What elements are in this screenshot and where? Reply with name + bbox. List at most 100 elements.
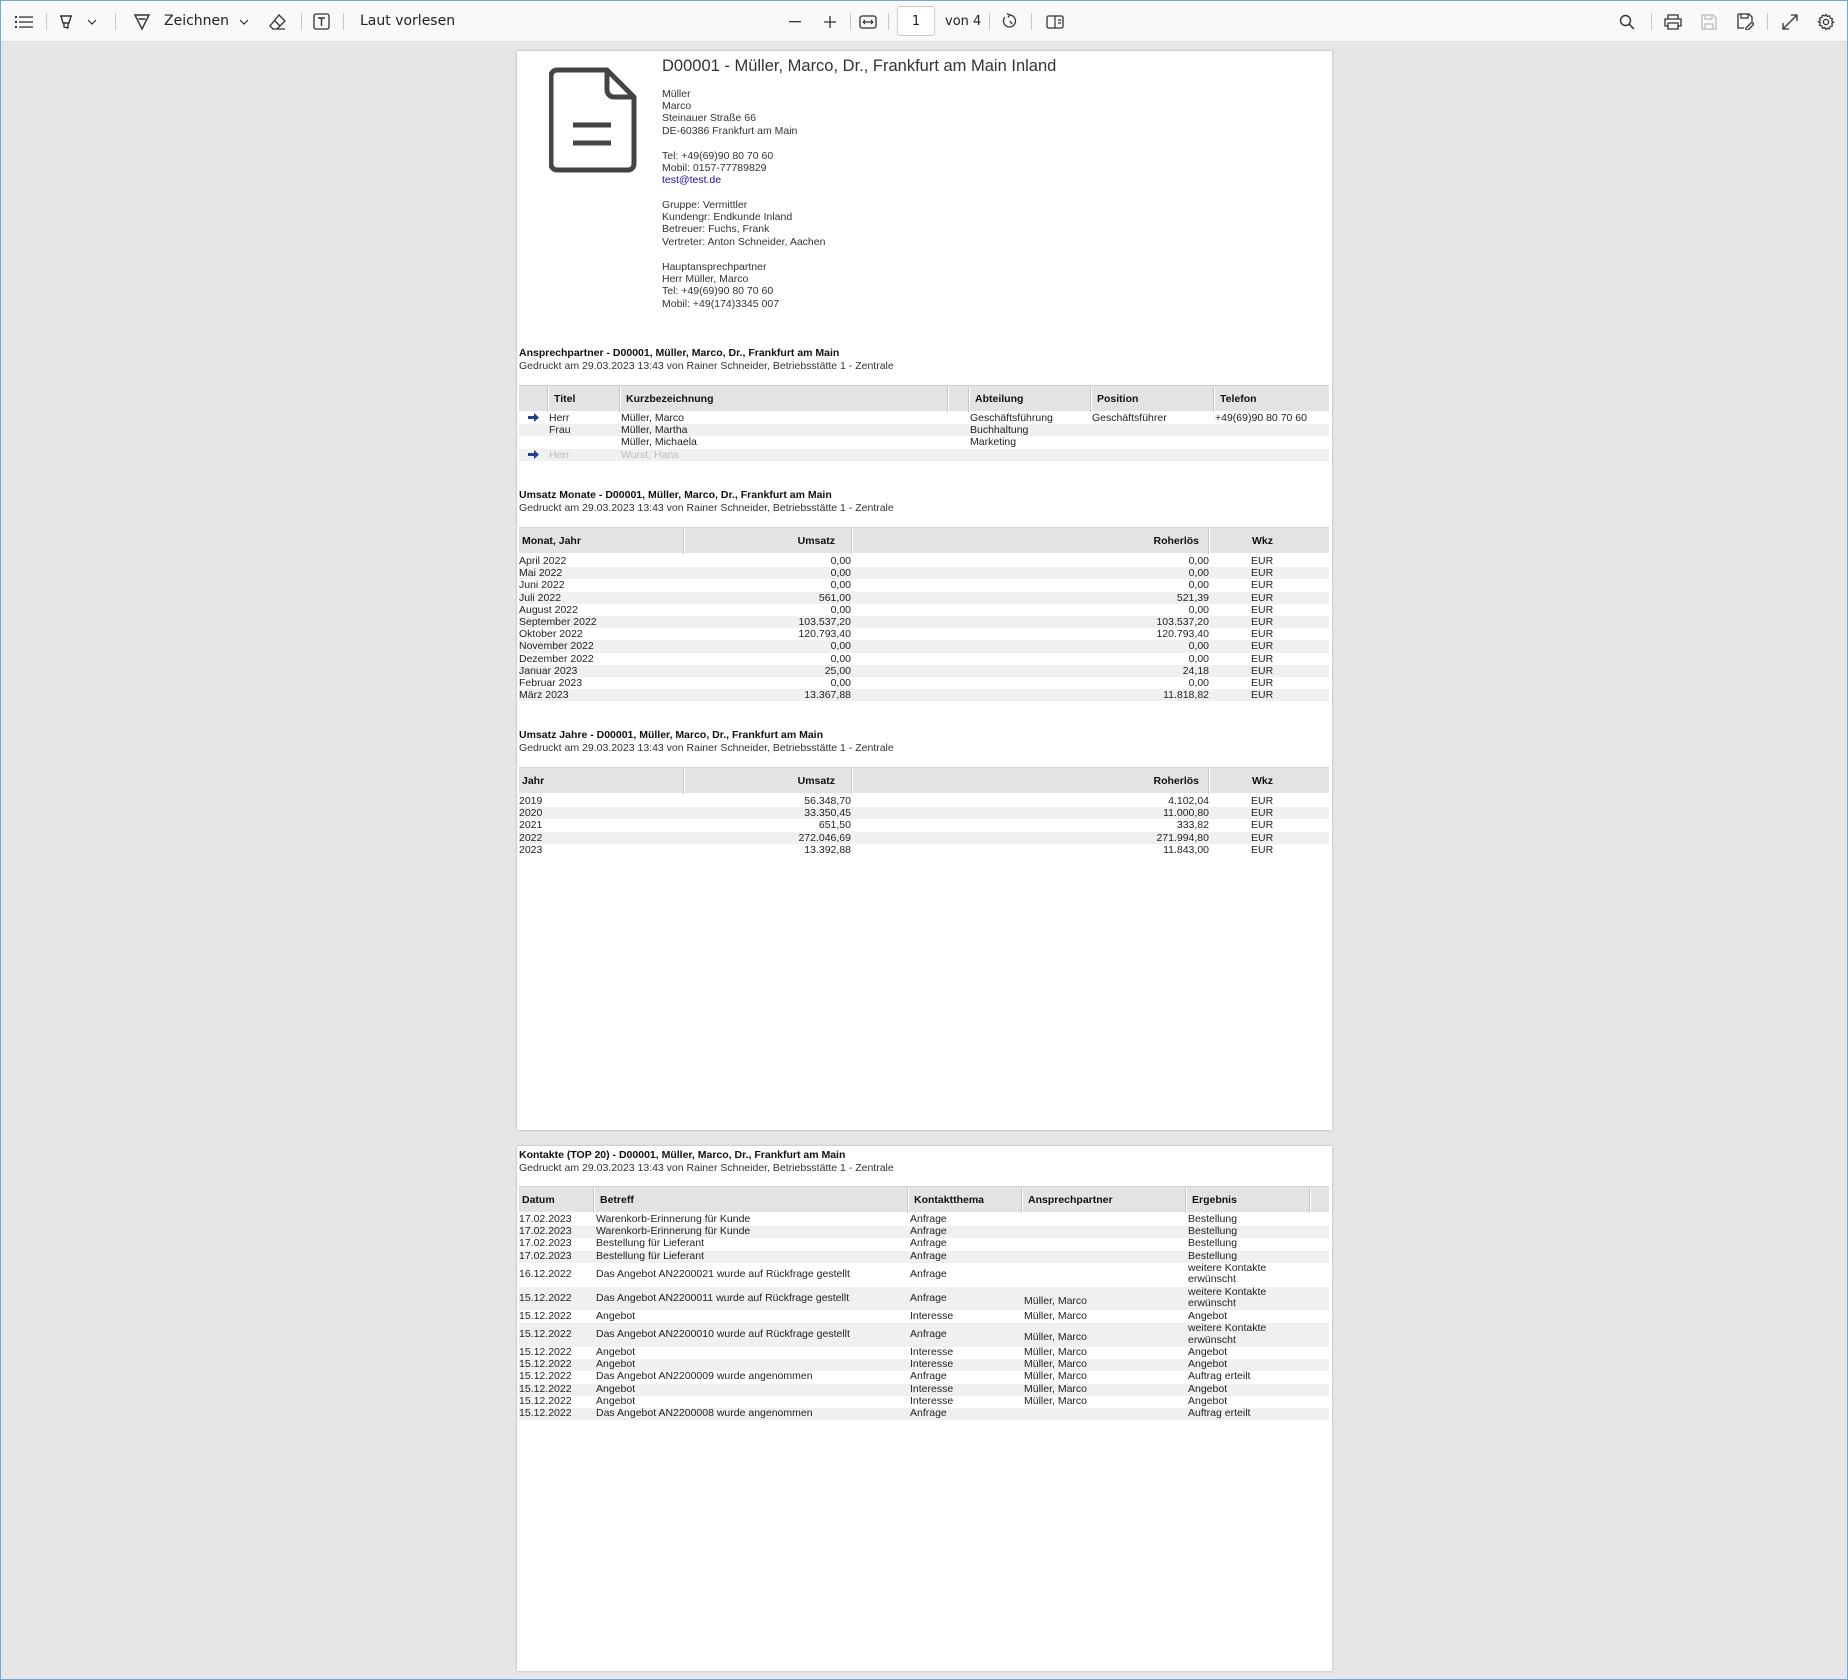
- column-header[interactable]: Wkz: [1252, 768, 1273, 794]
- table-row[interactable]: 2021 651,50 333,82 EUR: [519, 819, 1329, 831]
- table-row[interactable]: 15.12.2022 Angebot Interesse Müller, Marco A…: [519, 1382, 1329, 1396]
- table-row[interactable]: 17.02.2023 Bestellung für Lieferant Anfrag…: [519, 1238, 1329, 1250]
- gross-profit-cell: 11.818,82: [1163, 689, 1209, 702]
- table-row[interactable]: Juni 2022 0,00 0,00 EUR: [519, 579, 1329, 591]
- period-cell: September 2022: [519, 616, 597, 628]
- table-row[interactable]: 15.12.2022 Das Angebot AN2200009 wurde an…: [519, 1371, 1329, 1383]
- gross-profit-cell: 11.000,80: [1163, 807, 1209, 820]
- table-row[interactable]: November 2022 0,00 0,00 EUR: [519, 640, 1329, 653]
- currency-cell: EUR: [1251, 603, 1274, 616]
- zoom-out-icon[interactable]: [784, 1, 806, 42]
- column-header[interactable]: Kontaktthema: [914, 1187, 984, 1213]
- table-row[interactable]: 15.12.2022 Das Angebot AN2200011 wurde au…: [519, 1286, 1329, 1311]
- chevron-down-icon[interactable]: [85, 1, 99, 42]
- column-header[interactable]: Kurzbezeichnung: [626, 386, 714, 412]
- table-row[interactable]: Herr Müller, Marco Geschäftsführung Geschäf…: [519, 412, 1329, 424]
- column-header[interactable]: Umsatz: [798, 768, 835, 794]
- expand-icon[interactable]: [1778, 1, 1802, 42]
- table-row[interactable]: Mai 2022 0,00 0,00 EUR: [519, 567, 1329, 580]
- column-header[interactable]: Ansprechpartner: [1028, 1187, 1113, 1213]
- name-cell: Müller, Martha: [621, 424, 688, 437]
- gross-profit-cell: 103.537,20: [1156, 616, 1209, 628]
- settings-gear-icon[interactable]: [1814, 1, 1838, 42]
- result-cell: Auftrag erteilt: [1188, 1370, 1251, 1383]
- result-cell: Bestellung: [1188, 1213, 1238, 1225]
- column-header[interactable]: Telefon: [1220, 386, 1257, 412]
- currency-cell: EUR: [1251, 628, 1274, 641]
- draw-button[interactable]: Zeichnen: [164, 1, 229, 42]
- revenue-cell: 120.793,40: [798, 628, 851, 641]
- eraser-icon[interactable]: [266, 1, 288, 42]
- topic-cell: Anfrage: [910, 1225, 947, 1238]
- email-link[interactable]: test@test.de: [662, 174, 773, 186]
- period-cell: Oktober 2022: [519, 628, 583, 641]
- column-header[interactable]: Umsatz: [798, 528, 835, 554]
- page-number-input[interactable]: [897, 6, 935, 36]
- table-row[interactable]: 2023 13.392,88 11.843,00 EUR: [519, 844, 1329, 856]
- table-row[interactable]: September 2022 103.537,20 103.537,20 EUR: [519, 616, 1329, 629]
- draw-icon[interactable]: [131, 1, 153, 42]
- topic-cell: Interesse: [910, 1382, 954, 1395]
- gross-profit-cell: 24,18: [1182, 664, 1209, 677]
- yearly-table-header: Jahr Umsatz Roherlös Wkz: [519, 767, 1329, 794]
- subject-cell: Angebot: [596, 1394, 636, 1407]
- rotate-icon[interactable]: [998, 1, 1022, 42]
- page-view-icon[interactable]: [1042, 1, 1068, 42]
- date-cell: 15.12.2022: [519, 1358, 572, 1371]
- currency-cell: EUR: [1251, 555, 1274, 567]
- column-header[interactable]: Jahr: [522, 768, 544, 794]
- table-row[interactable]: 2019 56.348,70 4.102,04 EUR: [519, 795, 1329, 807]
- document-icon: [548, 67, 637, 178]
- date-cell: 15.12.2022: [519, 1291, 572, 1304]
- table-row[interactable]: Februar 2023 0,00 0,00 EUR: [519, 677, 1329, 689]
- table-row[interactable]: 17.02.2023 Bestellung für Lieferant Anfrag…: [519, 1250, 1329, 1263]
- date-cell: 15.12.2022: [519, 1328, 572, 1340]
- table-row[interactable]: 15.12.2022 Das Angebot AN2200008 wurde an…: [519, 1407, 1329, 1421]
- contents-icon[interactable]: [11, 1, 37, 42]
- table-row[interactable]: Müller, Michaela Marketing: [519, 436, 1329, 448]
- column-header[interactable]: Titel: [554, 386, 575, 412]
- phone-text: Tel: +49(69)90 80 70 60: [662, 150, 774, 162]
- column-header[interactable]: Position: [1097, 386, 1138, 412]
- column-header[interactable]: Datum: [522, 1187, 555, 1213]
- table-row[interactable]: Dezember 2022 0,00 0,00 EUR: [519, 653, 1329, 665]
- title-cell: Herr: [549, 448, 570, 461]
- column-header[interactable]: Roherlös: [1153, 528, 1199, 554]
- save-icon[interactable]: [1697, 1, 1721, 42]
- period-cell: März 2023: [519, 689, 569, 702]
- table-row[interactable]: Herr Wurst, Hans: [519, 448, 1329, 461]
- contact-person-cell: Müller, Marco: [1024, 1331, 1088, 1343]
- column-header[interactable]: Betreff: [600, 1187, 634, 1213]
- column-header[interactable]: Monat, Jahr: [522, 528, 581, 554]
- search-icon[interactable]: [1615, 1, 1639, 42]
- table-row[interactable]: Frau Müller, Martha Buchhaltung: [519, 424, 1329, 437]
- gross-profit-cell: 0,00: [1188, 640, 1209, 653]
- table-row[interactable]: Juli 2022 561,00 521,39 EUR: [519, 591, 1329, 604]
- highlight-icon[interactable]: [55, 1, 77, 42]
- column-header[interactable]: Abteilung: [975, 386, 1023, 412]
- table-row[interactable]: 15.12.2022 Das Angebot AN2200010 wurde au…: [519, 1322, 1329, 1347]
- text-box-icon[interactable]: [309, 1, 333, 42]
- address-block: Müller Marco Steinauer Straße 66 DE-6038…: [662, 88, 797, 137]
- currency-cell: EUR: [1251, 795, 1274, 807]
- column-header[interactable]: Ergebnis: [1192, 1187, 1237, 1213]
- zoom-in-icon[interactable]: [819, 1, 841, 42]
- column-header[interactable]: Roherlös: [1153, 768, 1199, 794]
- period-cell: 2020: [519, 807, 543, 820]
- revenue-cell: 56.348,70: [804, 795, 851, 807]
- fit-width-icon[interactable]: [856, 1, 880, 42]
- read-aloud-button[interactable]: Laut vorlesen: [360, 1, 455, 42]
- table-row[interactable]: April 2022 0,00 0,00 EUR: [519, 555, 1329, 567]
- table-row[interactable]: Januar 2023 25,00 24,18 EUR: [519, 664, 1329, 677]
- table-row[interactable]: 2022 272.046,69 271.994,80 EUR: [519, 831, 1329, 844]
- print-icon[interactable]: [1661, 1, 1685, 42]
- table-row[interactable]: März 2023 13.367,88 11.818,82 EUR: [519, 689, 1329, 702]
- table-row[interactable]: 16.12.2022 Das Angebot AN2200021 wurde au…: [519, 1262, 1329, 1287]
- table-row[interactable]: 2020 33.350,45 11.000,80 EUR: [519, 807, 1329, 820]
- column-header[interactable]: Wkz: [1252, 528, 1273, 554]
- currency-cell: EUR: [1251, 831, 1274, 844]
- chevron-down-icon[interactable]: [237, 1, 251, 42]
- save-as-icon[interactable]: [1733, 1, 1757, 42]
- table-row[interactable]: Oktober 2022 120.793,40 120.793,40 EUR: [519, 628, 1329, 640]
- table-row[interactable]: August 2022 0,00 0,00 EUR: [519, 604, 1329, 616]
